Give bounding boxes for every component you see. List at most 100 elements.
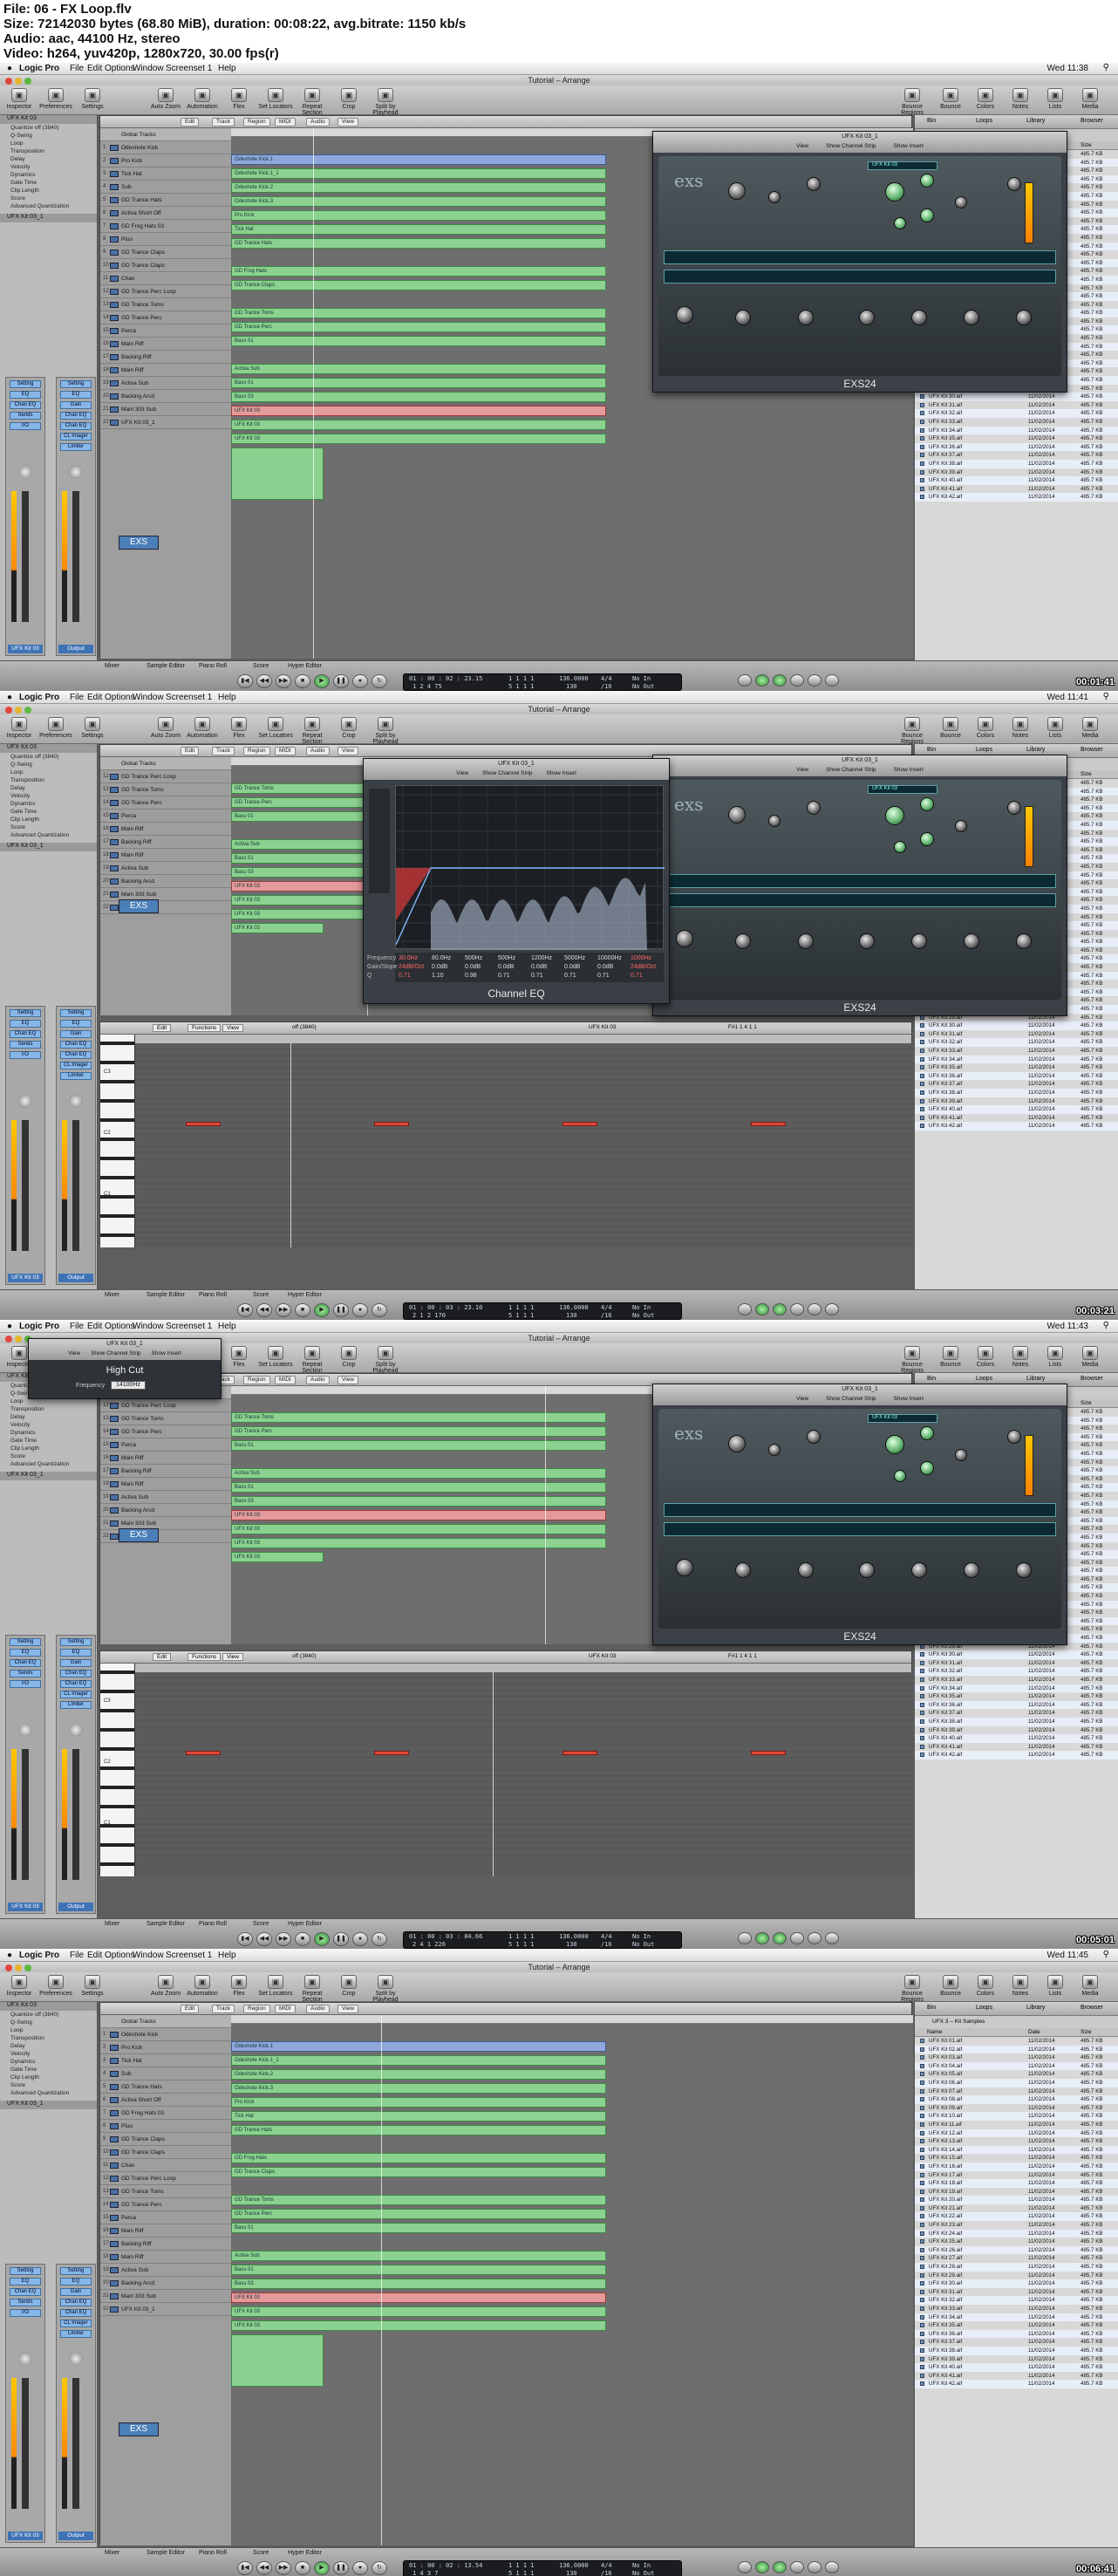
region-parameter[interactable]: Score	[0, 1452, 97, 1460]
plugin-menu[interactable]: Show Channel Strip	[91, 1350, 140, 1356]
browser-file-row[interactable]: UFX Kit 06.aif11/02/2014485.7 KB	[915, 2078, 1118, 2087]
region[interactable]: Odeshote Kick.2	[231, 182, 606, 193]
column-size[interactable]: Size	[1081, 142, 1092, 148]
toolbar-button[interactable]: ▣Settings	[75, 1975, 110, 1997]
browser-file-row[interactable]: UFX Kit 35.aif 11/02/2014 485.7 KB	[915, 2321, 1118, 2330]
menu-item[interactable]: Options	[105, 1951, 134, 1960]
browser-file-row[interactable]: UFX Kit 36.aif 11/02/2014 485.7 KB	[915, 2329, 1118, 2339]
eq-band-value[interactable]: 0.0dB	[564, 964, 580, 970]
piano-roll-menu[interactable]: View	[222, 1024, 243, 1032]
region-parameter[interactable]: Dynamics	[0, 800, 97, 808]
browser-file-row[interactable]: UFX Kit 12.aif11/02/2014485.7 KB	[915, 2128, 1118, 2138]
region-parameter[interactable]: Dynamics	[0, 1429, 97, 1437]
track-header[interactable]: 13 GD Trance Toms	[100, 783, 231, 796]
insert-slot[interactable]: Chan EQ	[10, 401, 41, 409]
browser-file-row[interactable]: UFX Kit 41.aif 11/02/2014 485.7 KB	[915, 1743, 1118, 1752]
synth-knob[interactable]	[728, 1435, 746, 1452]
region[interactable]: Bass 01	[231, 1440, 606, 1451]
plugin-menu[interactable]: View	[796, 1396, 808, 1402]
global-tracks[interactable]: Global Tracks	[100, 757, 231, 770]
plugin-menu[interactable]: Show Channel Strip	[826, 143, 876, 149]
global-tracks[interactable]: Global Tracks	[100, 2015, 231, 2028]
toolbar-button[interactable]: ▣ Repeat Section	[295, 717, 330, 745]
track-header[interactable]: 17 Backing Riff	[100, 351, 231, 364]
eq-band-value[interactable]: 0.0dB	[498, 964, 514, 970]
insert-slot[interactable]: I/O	[10, 1680, 41, 1688]
menu-item[interactable]: Help	[218, 1951, 236, 1960]
toolbar-button[interactable]: ▣ Crop	[331, 1346, 366, 1368]
instrument-display[interactable]: UFX Kit 03	[868, 785, 937, 794]
tempo[interactable]: 136.0000	[559, 1933, 589, 1940]
browser-file-row[interactable]: UFX Kit 02.aif11/02/2014485.7 KB	[915, 2045, 1118, 2054]
piano-playhead[interactable]	[290, 1043, 292, 1247]
toolbar-button[interactable]: ▣ Media	[1073, 1346, 1108, 1368]
toolbar-button[interactable]: ▣Preferences	[38, 1975, 73, 1997]
track-header[interactable]: 16 Main Riff	[100, 338, 231, 351]
tempo[interactable]: 136.0000	[559, 675, 589, 682]
browser-file-row[interactable]: UFX Kit 33.aif 11/02/2014 485.7 KB	[915, 1676, 1118, 1684]
track-header[interactable]: 10 GD Trance Claps	[100, 259, 231, 272]
region-parameter[interactable]: Q-Swing	[0, 132, 97, 140]
track-header[interactable]: 22UFX Kit 03_1	[100, 2303, 231, 2316]
browser-file-row[interactable]: UFX Kit 39.aif 11/02/2014 485.7 KB	[915, 468, 1118, 477]
close-icon[interactable]	[5, 78, 12, 85]
mode-button[interactable]	[738, 1303, 752, 1315]
spotlight-icon[interactable]: ⚲	[1103, 1950, 1109, 1959]
synth-knob[interactable]	[859, 310, 875, 325]
browser-file-row[interactable]: UFX Kit 30.aif 11/02/2014 485.7 KB	[915, 393, 1118, 401]
tempo[interactable]: 136.0000	[559, 1304, 589, 1311]
insert-slot[interactable]: Chan EQ	[60, 1051, 92, 1059]
arrange-menu[interactable]: MIDI	[275, 2005, 296, 2013]
piano-roll-menu[interactable]: Functions	[187, 1653, 222, 1661]
browser-tab[interactable]: Library	[1026, 1376, 1045, 1382]
browser-file-row[interactable]: UFX Kit 10.aif11/02/2014485.7 KB	[915, 2112, 1118, 2121]
toolbar-button[interactable]: ▣Settings	[75, 88, 110, 110]
browser-file-row[interactable]: UFX Kit 42.aif 11/02/2014 485.7 KB	[915, 493, 1118, 502]
modulation-matrix-row[interactable]	[664, 270, 1056, 284]
region[interactable]: GD Trance Hats	[231, 238, 606, 249]
insert-slot[interactable]: Gain	[60, 2288, 92, 2296]
toolbar-button[interactable]: ▣ Flex	[222, 1975, 256, 1997]
modulation-matrix-row[interactable]	[664, 1503, 1056, 1517]
eq-band-value[interactable]: 24dB/Oct	[399, 964, 424, 970]
browser-file-row[interactable]: UFX Kit 37.aif 11/02/2014 485.7 KB	[915, 451, 1118, 460]
synth-knob[interactable]	[911, 933, 927, 949]
region-parameter[interactable]: Score	[0, 823, 97, 831]
editor-tab[interactable]: Piano Roll	[199, 663, 227, 669]
plugin-menu[interactable]: View	[796, 767, 808, 773]
track-header[interactable]: 18 Main Riff	[100, 364, 231, 377]
modulation-matrix-row[interactable]	[664, 250, 1056, 264]
browser-tab[interactable]: Loops	[976, 2005, 992, 2011]
region[interactable]: Odeshote Kick.1_1	[231, 168, 606, 179]
toolbar-button[interactable]: ▣ Crop	[331, 717, 366, 739]
insert-slot[interactable]: Sends	[10, 1041, 41, 1049]
region-parameter[interactable]: Loop	[0, 769, 97, 776]
region-parameter[interactable]: Quantize off (3840)	[0, 753, 97, 761]
transport-button[interactable]: ❚❚	[333, 1932, 349, 1946]
time-signature[interactable]: 4/4	[601, 2562, 612, 2569]
arrange-menu[interactable]: Audio	[306, 2005, 330, 2013]
editor-tab[interactable]: Sample Editor	[147, 1292, 185, 1298]
pan-knob[interactable]	[69, 2352, 83, 2366]
synth-knob[interactable]	[807, 801, 821, 815]
region[interactable]: Odeshote Kick.1	[231, 2041, 606, 2052]
region-parameter[interactable]: Score	[0, 195, 97, 202]
synth-knob[interactable]	[798, 1562, 814, 1578]
toolbar-button[interactable]: ▣ Split by Playhead	[368, 717, 403, 745]
insert-slot[interactable]: Gain	[60, 1659, 92, 1667]
browser-file-row[interactable]: UFX Kit 38.aif 11/02/2014 485.7 KB	[915, 1717, 1118, 1726]
transport-button[interactable]: ▶	[314, 2561, 330, 2575]
apple-menu-icon[interactable]: ●	[7, 1951, 12, 1960]
track-header[interactable]: 1 Odeshote Kick	[100, 141, 231, 154]
browser-file-row[interactable]: UFX Kit 18.aif11/02/2014485.7 KB	[915, 2179, 1118, 2188]
insert-slot[interactable]: EQ	[10, 391, 41, 399]
track-header[interactable]: 3 Tick Hat	[100, 2054, 231, 2067]
region[interactable]: Bass 03	[231, 392, 606, 402]
modulation-matrix-row[interactable]	[664, 874, 1056, 888]
track-header[interactable]: 19 Activa Sub	[100, 862, 231, 875]
insert-slot[interactable]: Limiter	[60, 2330, 92, 2338]
channel-header[interactable]: UFX Kit 03_1	[0, 1472, 97, 1480]
region-parameter[interactable]: Advanced Quantization	[0, 202, 97, 210]
synth-knob[interactable]	[798, 310, 814, 325]
midi-note[interactable]	[562, 1122, 597, 1126]
